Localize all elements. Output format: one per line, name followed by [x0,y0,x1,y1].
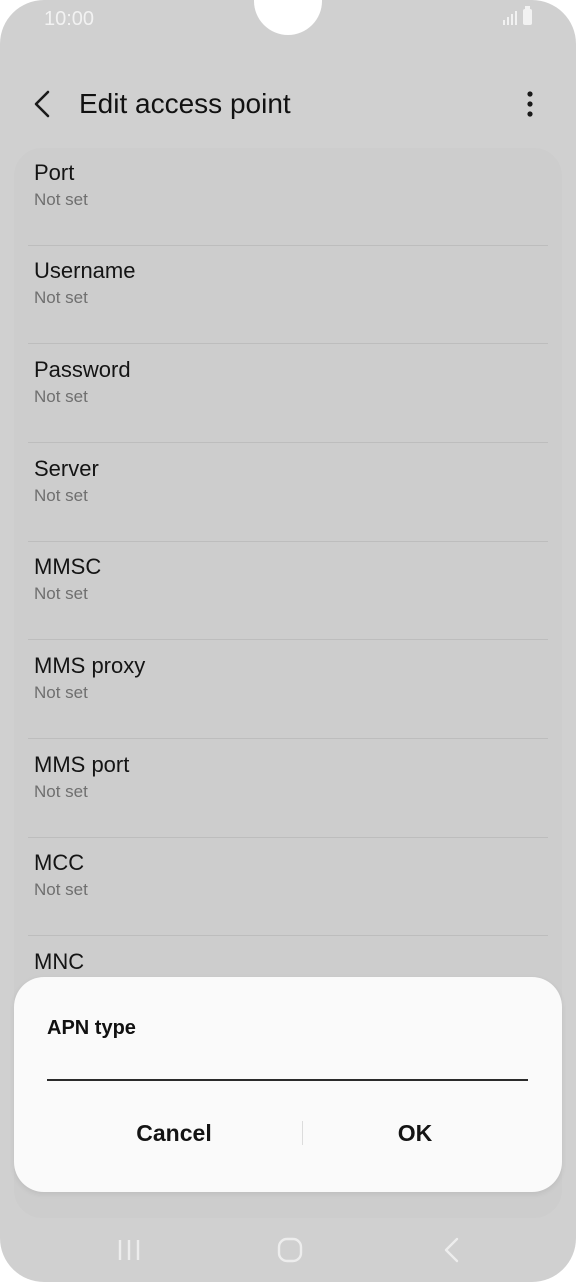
item-value: Not set [34,190,88,209]
divider [28,738,548,739]
list-item-password[interactable]: Password Not set [14,345,562,443]
list-item-server[interactable]: Server Not set [14,444,562,542]
back-icon [444,1237,459,1263]
item-value: Not set [34,584,88,603]
item-title: Password [34,357,131,382]
signal-icon [503,9,517,25]
navigation-bar [0,1218,576,1282]
item-title: MNC [34,949,85,974]
home-icon [277,1237,303,1263]
status-bar: 10:00 [0,0,576,36]
recents-icon [118,1240,140,1260]
nav-back-button[interactable] [432,1232,472,1268]
divider [28,442,548,443]
phone-screen: 10:00 Edit access point Port Not set Use… [0,0,576,1282]
chevron-left-icon [34,90,50,118]
status-time: 10:00 [44,8,95,30]
apn-type-dialog: APN type Cancel OK [14,977,562,1192]
ok-button[interactable]: OK [295,1107,535,1159]
item-title: MMS proxy [34,653,146,678]
list-item-port[interactable]: Port Not set [14,148,562,246]
divider [28,935,548,936]
item-title: MMS port [34,752,130,777]
dialog-title: APN type [47,1017,136,1039]
item-value: Not set [34,387,88,406]
item-value: Not set [34,782,88,801]
recents-button[interactable] [109,1232,149,1268]
item-title: Username [34,258,136,283]
back-button[interactable] [28,84,60,124]
list-item-mms-port[interactable]: MMS port Not set [14,740,562,838]
item-title: MCC [34,850,85,875]
item-value: Not set [34,486,88,505]
item-title: Port [34,160,75,185]
item-value: Not set [34,288,88,307]
divider [28,343,548,344]
page-title: Edit access point [79,88,291,119]
status-icons [503,6,532,25]
apn-type-input[interactable] [47,1039,528,1081]
app-bar: Edit access point [0,70,576,140]
list-item-mmsc[interactable]: MMSC Not set [14,542,562,640]
more-options-button[interactable] [514,84,546,124]
list-item-mcc[interactable]: MCC Not set [14,838,562,936]
list-item-mms-proxy[interactable]: MMS proxy Not set [14,641,562,739]
home-button[interactable] [270,1232,310,1268]
battery-icon [523,6,532,25]
divider [28,639,548,640]
item-value: Not set [34,683,88,702]
list-item-username[interactable]: Username Not set [14,246,562,344]
more-vertical-icon [527,91,533,117]
cancel-button[interactable]: Cancel [54,1107,294,1159]
item-value: Not set [34,880,88,899]
item-title: MMSC [34,554,102,579]
item-title: Server [34,456,99,481]
